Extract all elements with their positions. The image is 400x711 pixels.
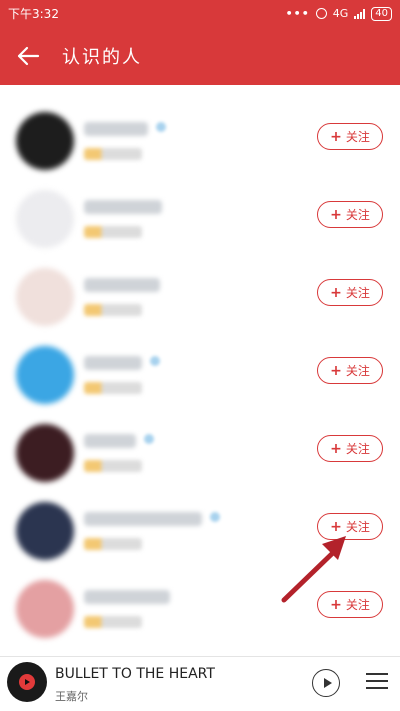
blurred-level (84, 538, 142, 550)
blurred-name (84, 122, 148, 136)
avatar[interactable] (16, 502, 74, 560)
plus-icon: + (330, 284, 342, 301)
status-time: 下午3:32 (8, 7, 59, 21)
back-arrow-icon[interactable] (0, 27, 56, 85)
blurred-name (84, 590, 170, 604)
mini-player[interactable]: BULLET TO THE HEART 王嘉尔 (0, 656, 400, 711)
signal-icon (354, 8, 366, 19)
song-artist: 王嘉尔 (55, 690, 88, 703)
follow-button[interactable]: + 关注 (317, 357, 383, 384)
verified-badge-icon (156, 122, 166, 132)
avatar[interactable] (16, 112, 74, 170)
avatar[interactable] (16, 580, 74, 638)
follow-label: 关注 (345, 208, 370, 222)
page-title: 认识的人 (62, 47, 142, 68)
person-row[interactable]: + 关注 (0, 176, 400, 254)
avatar[interactable] (16, 268, 74, 326)
person-row[interactable]: + 关注 (0, 254, 400, 332)
status-bar: 下午3:32 ••• 4G 40 (0, 0, 400, 27)
follow-button[interactable]: + 关注 (317, 201, 383, 228)
app-header: 认识的人 (0, 27, 400, 85)
playlist-icon[interactable] (366, 673, 388, 693)
annotation-arrow-icon (281, 536, 346, 603)
avatar[interactable] (16, 346, 74, 404)
album-disc-icon[interactable] (7, 662, 47, 702)
battery-level: 40 (371, 6, 392, 21)
blurred-level (84, 616, 142, 628)
song-title: BULLET TO THE HEART (55, 666, 215, 682)
plus-icon: + (330, 362, 342, 379)
blurred-name (84, 278, 160, 292)
follow-label: 关注 (345, 130, 370, 144)
blurred-name (84, 356, 142, 370)
blurred-level (84, 226, 142, 238)
verified-badge-icon (210, 512, 220, 522)
alarm-icon (315, 8, 327, 19)
network-type: 4G (332, 7, 349, 20)
blurred-name (84, 200, 162, 214)
status-icons: ••• 4G 40 (285, 6, 392, 21)
avatar[interactable] (16, 190, 74, 248)
blurred-name (84, 512, 202, 526)
blurred-level (84, 382, 142, 394)
follow-label: 关注 (345, 442, 370, 456)
follow-button[interactable]: + 关注 (317, 279, 383, 306)
avatar[interactable] (16, 424, 74, 482)
verified-badge-icon (144, 434, 154, 444)
verified-badge-icon (150, 356, 160, 366)
blurred-level (84, 460, 142, 472)
blurred-name (84, 434, 136, 448)
follow-label: 关注 (345, 286, 370, 300)
follow-button[interactable]: + 关注 (317, 123, 383, 150)
blurred-level (84, 148, 142, 160)
person-row[interactable]: + 关注 (0, 410, 400, 488)
notification-dots-icon: ••• (285, 7, 310, 20)
person-row[interactable]: + 关注 (0, 332, 400, 410)
plus-icon: + (330, 440, 342, 457)
blurred-level (84, 304, 142, 316)
person-row[interactable]: + 关注 (0, 98, 400, 176)
follow-label: 关注 (345, 364, 370, 378)
follow-button[interactable]: + 关注 (317, 435, 383, 462)
play-button[interactable] (312, 669, 340, 697)
plus-icon: + (330, 128, 342, 145)
plus-icon: + (330, 206, 342, 223)
